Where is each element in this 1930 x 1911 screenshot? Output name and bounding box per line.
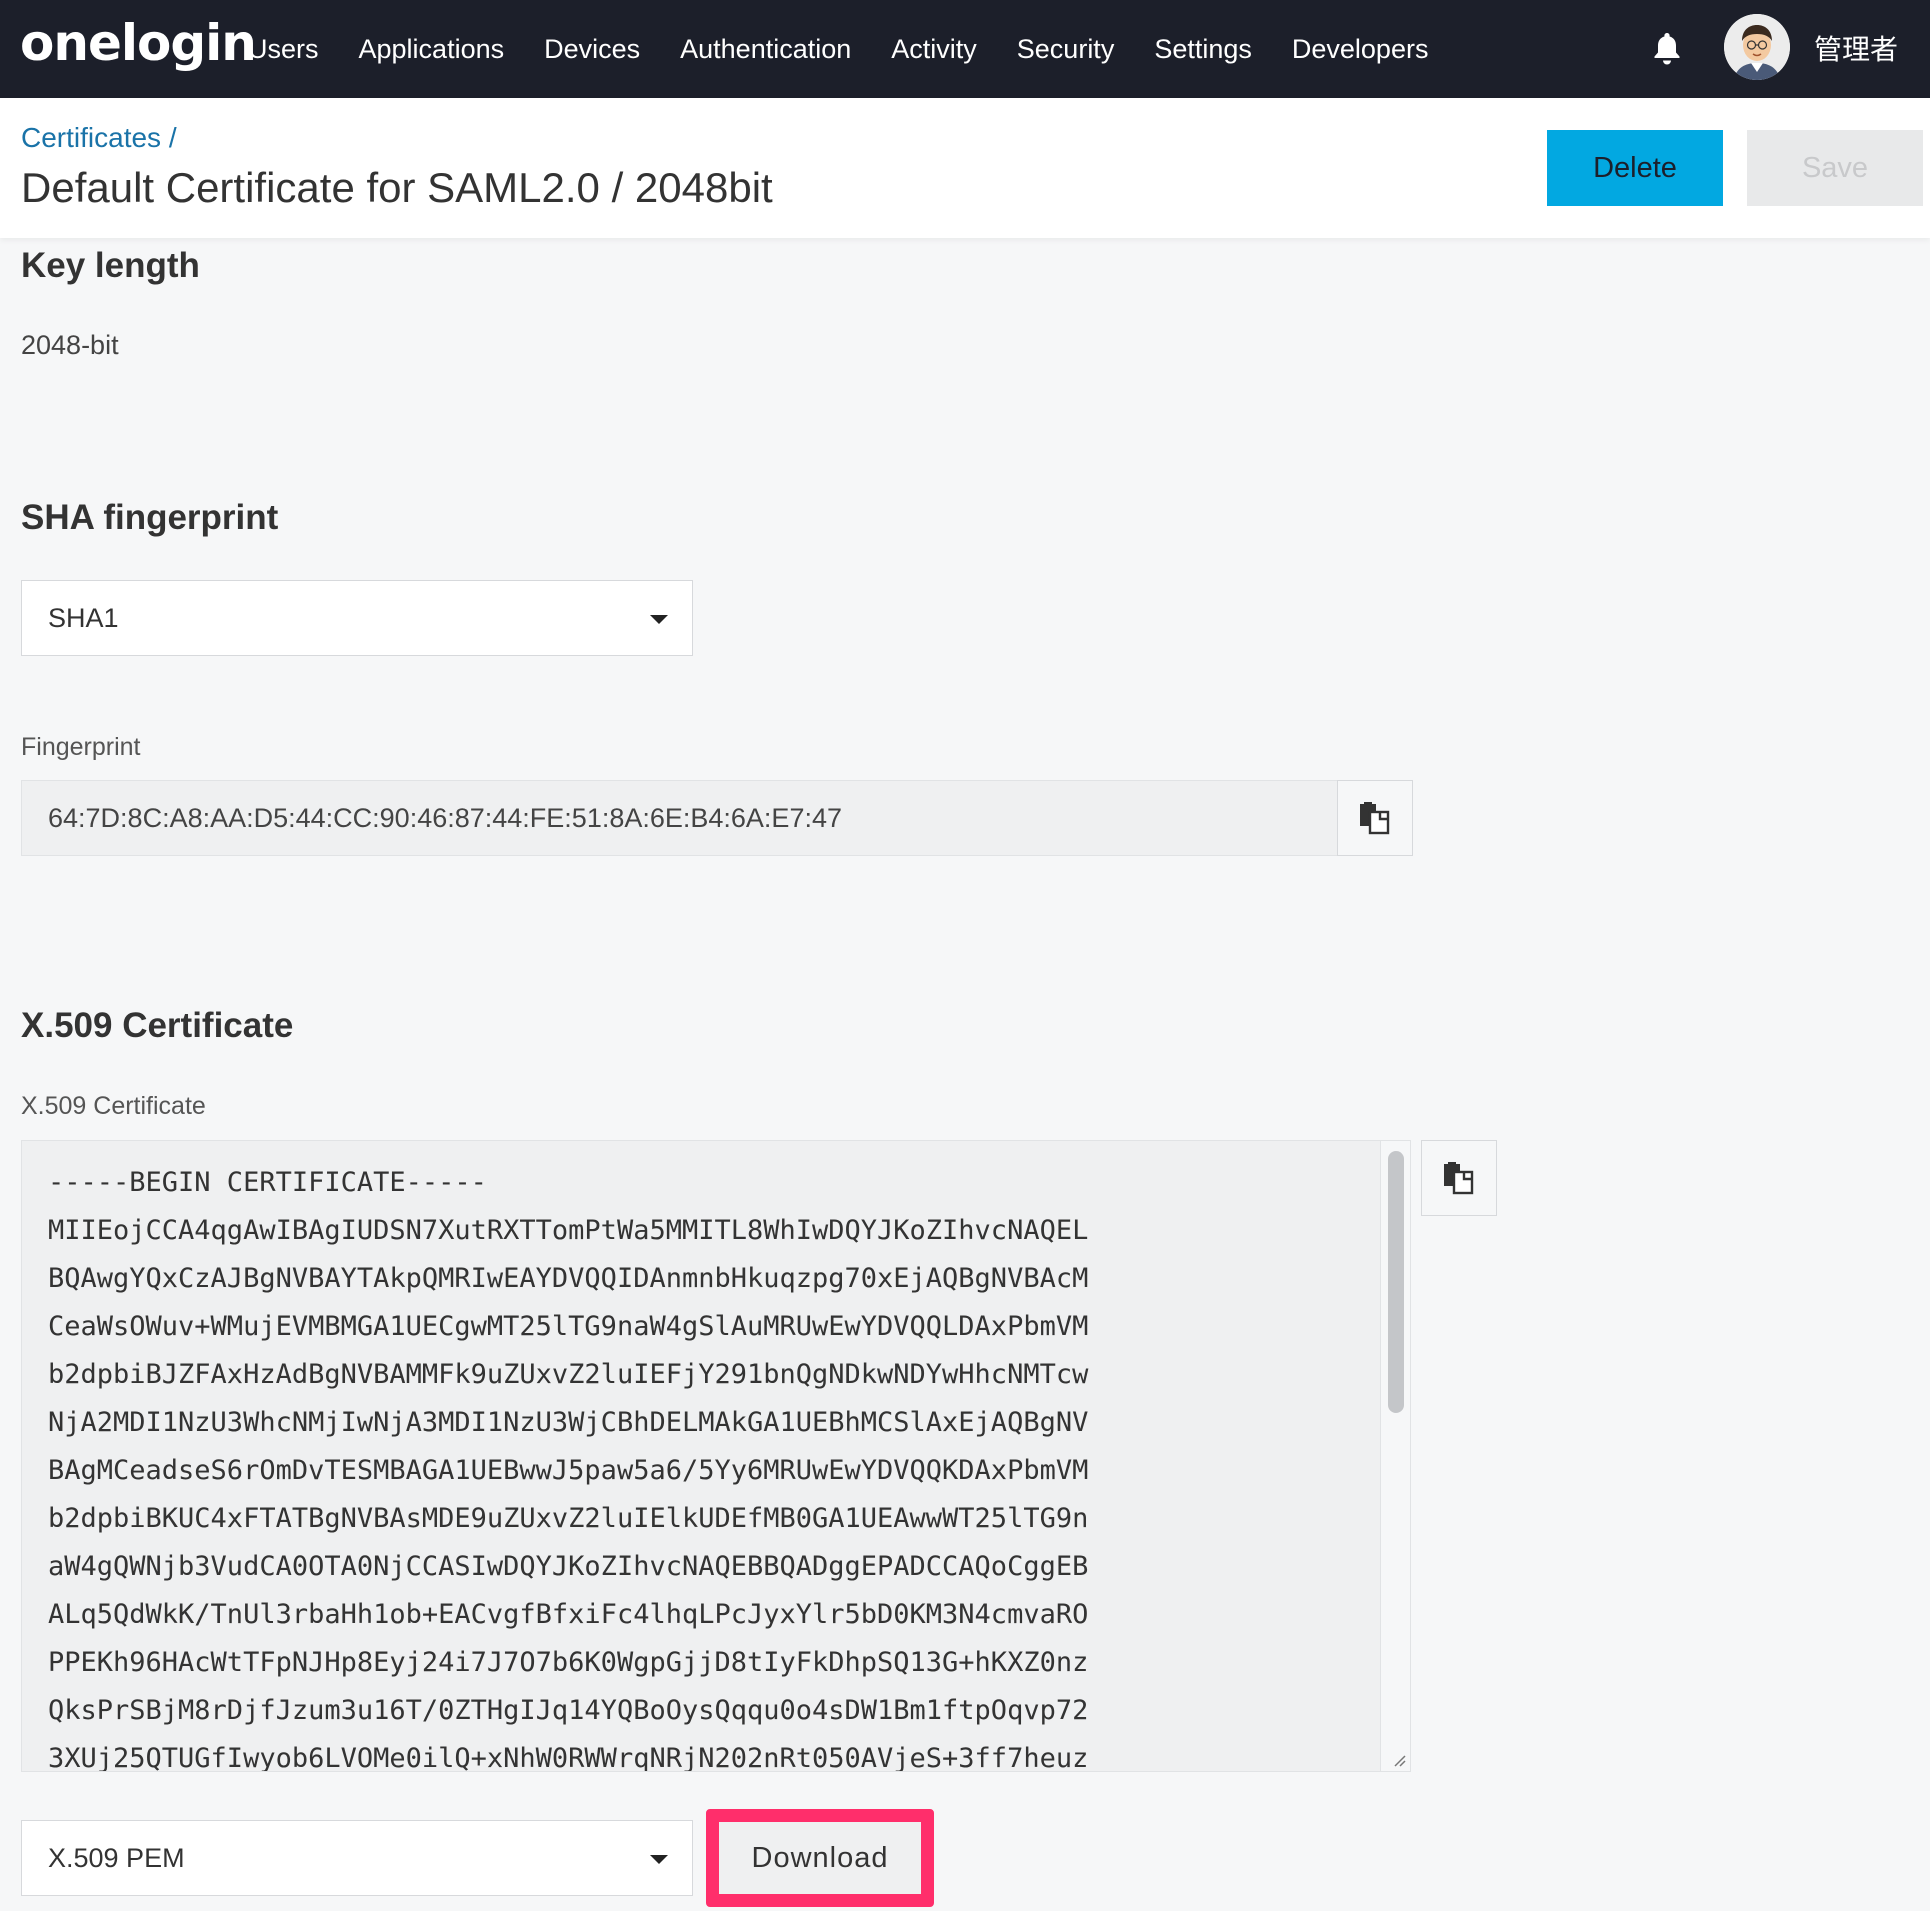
download-button-label: Download <box>719 1822 921 1894</box>
certificate-line: MIIEojCCA4qgAwIBAgIUDSN7XutRXTTomPtWa5MM… <box>48 1215 1089 1246</box>
certificate-format-selected-value: X.509 PEM <box>48 1843 185 1873</box>
sha-fingerprint-heading: SHA fingerprint <box>21 498 279 537</box>
certificate-line: QksPrSBjM8rDjfJzum3u16T/0ZTHgIJq14YQBoOy… <box>48 1695 1089 1726</box>
download-button[interactable]: Download <box>706 1809 934 1907</box>
certificate-format-select[interactable]: X.509 PEM <box>21 1820 693 1896</box>
notification-bell-icon[interactable] <box>1650 30 1684 66</box>
onelogin-logo[interactable]: onelogin <box>20 14 257 72</box>
resize-handle-icon[interactable] <box>1390 1751 1406 1767</box>
certificate-line: aW4gQWNjb3VudCA0OTA0NjCCASIwDQYJKoZIhvcN… <box>48 1551 1089 1582</box>
nav-devices[interactable]: Devices <box>544 34 640 65</box>
certificate-line: PPEKh96HAcWtTFpNJHp8Eyj24i7J7O7b6K0WgpGj… <box>48 1647 1089 1678</box>
certificate-line: -----BEGIN CERTIFICATE----- <box>48 1167 487 1198</box>
nav-developers[interactable]: Developers <box>1292 34 1429 65</box>
sha-algorithm-select[interactable]: SHA1 <box>21 580 693 656</box>
key-length-heading: Key length <box>21 246 200 285</box>
x509-heading: X.509 Certificate <box>21 1006 294 1045</box>
nav-activity[interactable]: Activity <box>891 34 977 65</box>
copy-fingerprint-button[interactable] <box>1337 780 1413 856</box>
fingerprint-value: 64:7D:8C:A8:AA:D5:44:CC:90:46:87:44:FE:5… <box>48 803 842 833</box>
nav-security[interactable]: Security <box>1017 34 1115 65</box>
nav-applications[interactable]: Applications <box>359 34 505 65</box>
delete-button[interactable]: Delete <box>1547 130 1723 206</box>
page-header: Certificates / Default Certificate for S… <box>0 98 1930 238</box>
chevron-down-icon <box>650 615 668 624</box>
copy-certificate-button[interactable] <box>1421 1140 1497 1216</box>
nav-authentication[interactable]: Authentication <box>680 34 851 65</box>
copy-icon <box>1360 802 1390 835</box>
certificate-line: CeaWsOWuv+WMujEVMBMGA1UECgwMT25lTG9naW4g… <box>48 1311 1089 1342</box>
certificate-line: BQAwgYQxCzAJBgNVBAYTAkpQMRIwEAYDVQQIDAnm… <box>48 1263 1089 1294</box>
nav-users[interactable]: Users <box>248 34 319 65</box>
sha-algorithm-selected-value: SHA1 <box>48 603 119 633</box>
fingerprint-label: Fingerprint <box>21 733 141 761</box>
user-name[interactable]: 管理者 <box>1814 28 1898 68</box>
page-title: Default Certificate for SAML2.0 / 2048bi… <box>21 164 773 211</box>
certificate-text: -----BEGIN CERTIFICATE----- MIIEojCCA4qg… <box>48 1159 1089 1772</box>
main-nav-links: Users Applications Devices Authenticatio… <box>248 0 1468 98</box>
nav-settings[interactable]: Settings <box>1154 34 1252 65</box>
certificate-line: BAgMCeadseS6rOmDvTESMBAGA1UEBwwJ5paw5a6/… <box>48 1455 1089 1486</box>
chevron-down-icon <box>650 1855 668 1864</box>
x509-certificate-textarea[interactable]: -----BEGIN CERTIFICATE----- MIIEojCCA4qg… <box>21 1140 1411 1772</box>
user-avatar[interactable] <box>1724 14 1790 80</box>
fingerprint-field[interactable]: 64:7D:8C:A8:AA:D5:44:CC:90:46:87:44:FE:5… <box>21 780 1338 856</box>
certificate-line: 3XUj25QTUGfIwyob6LVOMe0ilQ+xNhW0RWWrqNRj… <box>48 1743 1089 1772</box>
certificate-line: b2dpbiBJZFAxHzAdBgNVBAMMFk9uZUxvZ2luIEFj… <box>48 1359 1089 1390</box>
certificate-line: NjA2MDI1NzU3WhcNMjIwNjA3MDI1NzU3WjCBhDEL… <box>48 1407 1089 1438</box>
copy-icon <box>1444 1162 1474 1195</box>
certificate-line: ALq5QdWkK/TnUl3rbaHh1ob+EACvgfBfxiFc4lhq… <box>48 1599 1089 1630</box>
top-navigation-bar: onelogin Users Applications Devices Auth… <box>0 0 1930 98</box>
key-length-value: 2048-bit <box>21 330 119 360</box>
save-button[interactable]: Save <box>1747 130 1923 206</box>
scrollbar-thumb[interactable] <box>1388 1151 1404 1413</box>
x509-field-label: X.509 Certificate <box>21 1092 206 1120</box>
certificate-scrollbar[interactable] <box>1380 1141 1410 1771</box>
breadcrumb-certificates[interactable]: Certificates / <box>21 122 177 154</box>
certificate-line: b2dpbiBKUC4xFTATBgNVBAsMDE9uZUxvZ2luIElk… <box>48 1503 1089 1534</box>
